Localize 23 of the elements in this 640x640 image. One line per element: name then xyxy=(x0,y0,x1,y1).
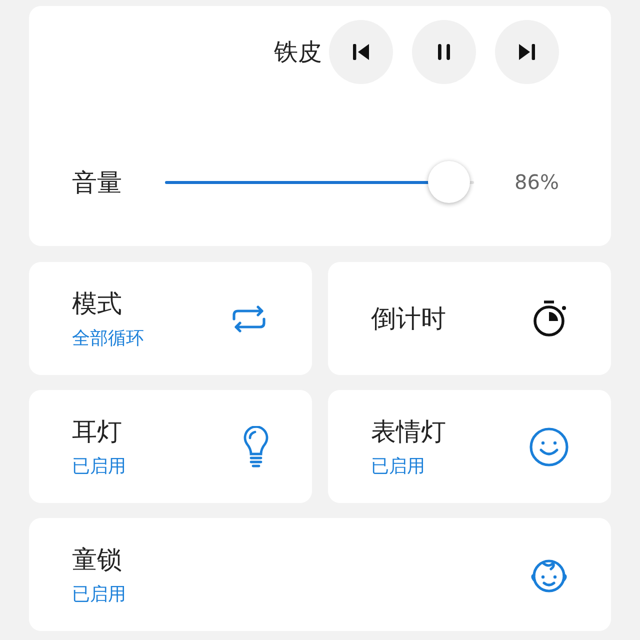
tile-status: 已启用 xyxy=(72,583,126,606)
stopwatch-icon xyxy=(531,298,569,338)
tile-status: 已启用 xyxy=(371,455,426,478)
smiley-icon xyxy=(529,426,569,466)
setting-tile[interactable]: 童锁 已启用 xyxy=(29,518,611,631)
tile-title: 表情灯 xyxy=(371,416,446,448)
volume-label: 音量 xyxy=(72,166,123,198)
tile-status: 全部循环 xyxy=(72,327,144,350)
tile-status: 已启用 xyxy=(72,455,126,478)
setting-tile[interactable]: 模式 全部循环 xyxy=(29,262,312,375)
next-icon xyxy=(516,41,538,63)
previous-icon xyxy=(350,41,372,63)
tile-title: 耳灯 xyxy=(72,416,123,448)
slider-thumb[interactable] xyxy=(428,161,470,203)
setting-tile[interactable]: 倒计时 xyxy=(328,262,611,375)
setting-tile[interactable]: 表情灯 已启用 xyxy=(328,390,611,503)
setting-tile[interactable]: 耳灯 已启用 xyxy=(29,390,312,503)
light-bulb-icon xyxy=(242,426,270,468)
tile-title: 童锁 xyxy=(72,544,123,576)
tile-title: 倒计时 xyxy=(371,303,446,335)
track-title: 铁皮 xyxy=(274,37,322,68)
volume-reading: 86% xyxy=(514,170,559,194)
tile-title: 模式 xyxy=(72,288,123,320)
